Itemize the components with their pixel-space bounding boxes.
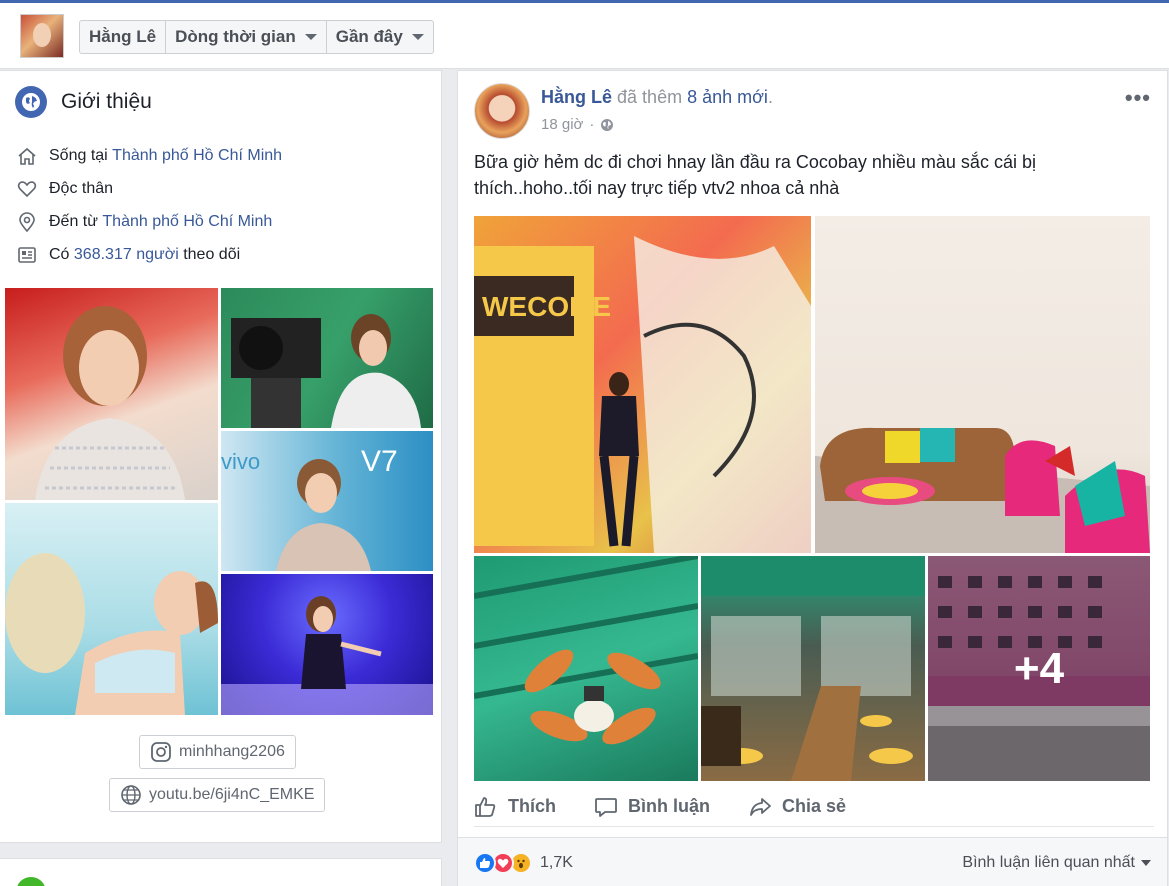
post-photo[interactable] xyxy=(701,556,925,781)
post-timestamp[interactable]: 18 giờ xyxy=(541,116,583,133)
comment-sort-dropdown[interactable]: Bình luận liên quan nhất xyxy=(962,854,1151,872)
reactions-bar: 1,7K Bình luận liên quan nhất xyxy=(458,837,1167,886)
featured-photo[interactable] xyxy=(221,288,433,428)
post-meta: 18 giờ · xyxy=(541,116,614,133)
comment-button[interactable]: Bình luận xyxy=(594,795,710,819)
reaction-count: 1,7K xyxy=(540,854,573,871)
home-icon xyxy=(16,145,38,167)
new-photos-link[interactable]: 8 ảnh mới xyxy=(687,87,768,107)
globe-icon xyxy=(121,785,141,805)
more-photos-overlay[interactable]: +4 xyxy=(928,556,1150,781)
header-avatar[interactable] xyxy=(20,14,64,58)
photos-icon xyxy=(16,877,46,886)
post-text: Bữa giờ hẻm dc đi chơi hnay lần đầu ra C… xyxy=(474,152,1036,198)
intro-title: Giới thiệu xyxy=(61,90,152,113)
info-followers: Có 368.317 người theo dõi xyxy=(16,244,240,266)
instagram-link[interactable]: minhhang2206 xyxy=(139,735,296,769)
post-photo[interactable]: +4 xyxy=(928,556,1150,781)
thumbs-up-icon xyxy=(475,796,496,817)
crumb-timeline[interactable]: Dòng thời gian xyxy=(166,21,327,53)
from-city-link[interactable]: Thành phố Hồ Chí Minh xyxy=(102,213,272,231)
chevron-down-icon xyxy=(1141,860,1151,866)
info-relationship: Độc thân xyxy=(16,178,113,200)
breadcrumb: Hằng Lê Dòng thời gian Gần đây xyxy=(79,20,434,54)
post-actions: Thích Bình luận Chia sẻ xyxy=(474,787,1154,827)
post-author-line: Hằng Lê đã thêm 8 ảnh mới. xyxy=(541,87,773,107)
location-pin-icon xyxy=(16,211,38,233)
post-author-link[interactable]: Hằng Lê xyxy=(541,87,612,107)
info-lives-in: Sống tại Thành phố Hồ Chí Minh xyxy=(16,145,282,167)
featured-photo[interactable]: vivo V7 xyxy=(221,431,433,571)
featured-photo[interactable] xyxy=(5,288,218,500)
crumb-recent[interactable]: Gần đây xyxy=(327,21,433,53)
intro-card: Giới thiệu Sống tại Thành phố Hồ Chí Min… xyxy=(0,70,442,843)
globe-icon xyxy=(15,86,47,118)
svg-text:V7: V7 xyxy=(361,445,398,478)
post-card: Hằng Lê đã thêm 8 ảnh mới. 18 giờ · ••• … xyxy=(457,70,1168,886)
heart-icon xyxy=(16,178,38,200)
followers-icon xyxy=(16,244,38,266)
post-photo[interactable] xyxy=(474,556,698,781)
lives-city-link[interactable]: Thành phố Hồ Chí Minh xyxy=(112,147,282,165)
instagram-icon xyxy=(151,742,171,762)
profile-header: Hằng Lê Dòng thời gian Gần đây xyxy=(0,3,1169,69)
crumb-profile-name[interactable]: Hằng Lê xyxy=(80,21,167,53)
chevron-down-icon xyxy=(411,34,424,40)
like-reaction-icon xyxy=(474,852,496,874)
post-author-avatar[interactable] xyxy=(474,83,530,139)
chevron-down-icon xyxy=(304,34,317,40)
next-card xyxy=(0,858,442,886)
comment-icon xyxy=(595,797,617,817)
website-link[interactable]: youtu.be/6ji4nC_EMKE xyxy=(109,778,326,812)
svg-text:WECOME: WECOME xyxy=(482,291,611,322)
featured-photo[interactable] xyxy=(5,503,218,715)
share-button[interactable]: Chia sẻ xyxy=(748,795,846,819)
svg-text:vivo: vivo xyxy=(221,449,260,474)
globe-icon[interactable] xyxy=(600,118,614,132)
like-button[interactable]: Thích xyxy=(474,795,556,819)
more-options-button[interactable]: ••• xyxy=(1125,85,1151,111)
followers-link[interactable]: 368.317 người xyxy=(74,246,179,264)
post-photo[interactable]: WECOME xyxy=(474,216,811,553)
info-from: Đến từ Thành phố Hồ Chí Minh xyxy=(16,211,272,233)
post-photo[interactable] xyxy=(815,216,1150,553)
reaction-summary[interactable]: 1,7K xyxy=(474,852,573,874)
share-icon xyxy=(750,797,771,816)
featured-photo[interactable] xyxy=(221,574,433,715)
